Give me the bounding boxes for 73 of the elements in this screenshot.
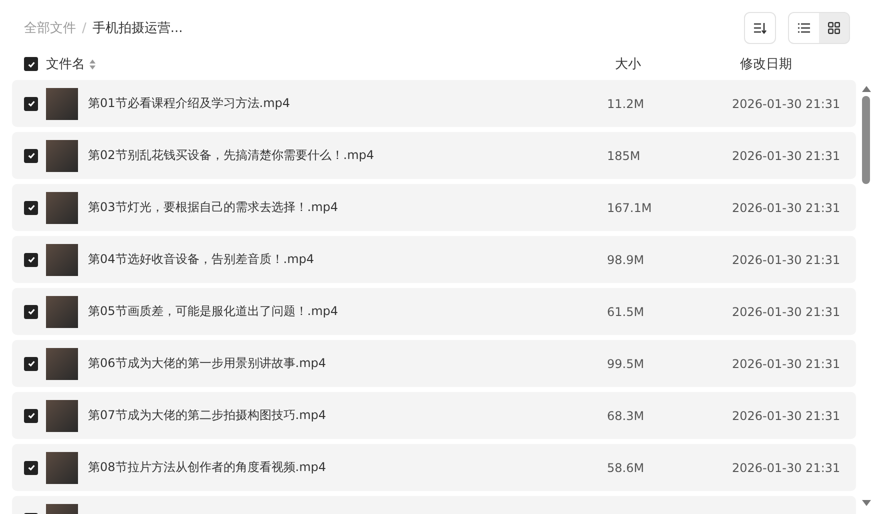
- video-thumbnail-placeholder: [46, 244, 78, 276]
- video-thumbnail-placeholder: [46, 400, 78, 432]
- list-view-button[interactable]: [789, 13, 819, 43]
- row-checkbox[interactable]: [24, 96, 38, 110]
- file-row[interactable]: 第08节拉片方法从创作者的角度看视频.mp4 58.6M 2026-01-30 21:31: [12, 444, 856, 491]
- video-thumbnail-placeholder: [46, 88, 78, 120]
- check-icon: [26, 255, 36, 264]
- row-checkbox[interactable]: [24, 200, 38, 214]
- video-thumbnail-placeholder: [46, 140, 78, 172]
- modified-date: 2026-01-30 21:31: [732, 148, 842, 162]
- scrollbar-thumb[interactable]: [862, 96, 870, 184]
- file-size: 58.6M: [607, 460, 646, 474]
- file-size: 98.9M: [607, 252, 646, 266]
- column-header: 修改日期: [740, 56, 793, 73]
- check-icon: [26, 463, 36, 472]
- row-checkbox[interactable]: [24, 252, 38, 266]
- file-name: 第01节必看课程介绍及学习方法.mp4: [88, 95, 292, 112]
- file-name: 第08节拉片方法从创作者的角度看视频.mp4: [88, 459, 328, 476]
- modified-date: 2026-01-30 21:31: [732, 356, 842, 370]
- file-name: 第02节别乱花钱买设备，先搞清楚你需要什么！.mp4: [88, 147, 376, 164]
- current-folder-label: 手机拍摄运营...: [92, 20, 183, 37]
- check-icon: [26, 99, 36, 108]
- scroll-down-arrow-icon[interactable]: [862, 500, 870, 506]
- grid-icon: [828, 22, 840, 34]
- row-checkbox[interactable]: [24, 408, 38, 422]
- modified-date: 2026-01-30 21:31: [732, 200, 842, 214]
- row-checkbox[interactable]: [24, 148, 38, 162]
- check-icon: [26, 359, 36, 368]
- check-icon: [26, 307, 36, 316]
- file-name: 第05节画质差，可能是服化道出了问题！.mp4: [88, 303, 340, 320]
- file-size: 167.1M: [607, 200, 653, 214]
- file-row[interactable]: 第02节别乱花钱买设备，先搞清楚你需要什么！.mp4 185M 2026-01-30 21:31: [12, 132, 856, 179]
- modified-date: 2026-01-30 21:31: [732, 252, 842, 266]
- modified-date: 2026-01-30 21:31: [732, 304, 842, 318]
- video-thumbnail-placeholder: [46, 192, 78, 224]
- column-header: 大小: [615, 56, 642, 73]
- file-name: 第07节成为大佬的第二步拍摄构图技巧.mp4: [88, 407, 328, 424]
- row-checkbox[interactable]: [24, 356, 38, 370]
- check-icon: [26, 151, 36, 160]
- file-row[interactable]: 第05节画质差，可能是服化道出了问题！.mp4 61.5M 2026-01-30 21:31: [12, 288, 856, 335]
- file-row[interactable]: 第04节选好收音设备，告别差音质！.mp4 98.9M 2026-01-30 21:31: [12, 236, 856, 283]
- file-name: 第06节成为大佬的第一步用景别讲故事.mp4: [88, 355, 328, 372]
- video-thumbnail-placeholder: [46, 348, 78, 380]
- grid-view-button[interactable]: [819, 13, 849, 43]
- select-all-checkbox[interactable]: [24, 57, 38, 71]
- scroll-up-arrow-icon[interactable]: [862, 86, 870, 92]
- file-row[interactable]: 第01节必看课程介绍及学习方法.mp4 11.2M 2026-01-30 21:31: [12, 80, 856, 127]
- list-icon: [798, 23, 810, 33]
- check-icon: [26, 203, 36, 212]
- modified-date: 2026-01-30 21:31: [732, 408, 842, 422]
- row-checkbox[interactable]: [24, 304, 38, 318]
- file-size: 61.5M: [607, 304, 646, 318]
- column-header[interactable]: 文件名: [46, 55, 85, 73]
- file-size: 99.5M: [607, 356, 646, 370]
- sort-icon: [753, 22, 767, 34]
- file-size: 11.2M: [607, 96, 646, 110]
- breadcrumb-separator: /: [82, 20, 86, 36]
- file-name: 第04节选好收音设备，告别差音质！.mp4: [88, 251, 316, 268]
- file-row[interactable]: 第03节灯光，要根据自己的需求去选择！.mp4 167.1M 2026-01-30 21:31: [12, 184, 856, 231]
- check-icon: [26, 60, 36, 68]
- file-row[interactable]: 第06节成为大佬的第一步用景别讲故事.mp4 99.5M 2026-01-30 21:31: [12, 340, 856, 387]
- file-name: 第03节灯光，要根据自己的需求去选择！.mp4: [88, 199, 340, 216]
- video-thumbnail-placeholder: [46, 296, 78, 328]
- file-row[interactable]: 第07节成为大佬的第二步拍摄构图技巧.mp4 68.3M 2026-01-30 21:31: [12, 392, 856, 439]
- row-checkbox[interactable]: [24, 460, 38, 474]
- sort-button[interactable]: [744, 12, 776, 44]
- modified-date: 2026-01-30 21:31: [732, 96, 842, 110]
- video-thumbnail-placeholder: [46, 452, 78, 484]
- check-icon: [26, 411, 36, 420]
- modified-date: 2026-01-30 21:31: [732, 460, 842, 474]
- file-size: 185M: [607, 148, 642, 162]
- file-size: 68.3M: [607, 408, 646, 422]
- sort-arrows-icon: [89, 58, 96, 70]
